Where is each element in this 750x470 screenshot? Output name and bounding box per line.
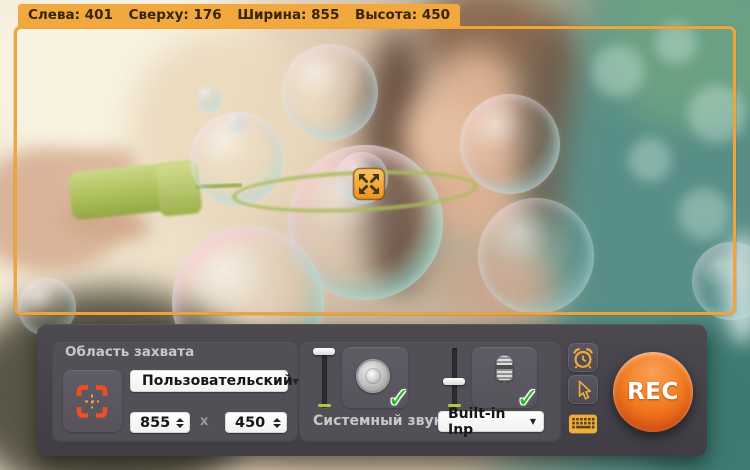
coord-top: Сверху: 176 xyxy=(129,7,222,23)
chevron-down-icon: ▼ xyxy=(293,377,299,386)
show-keystrokes-button[interactable] xyxy=(568,413,598,435)
mic-device-dropdown[interactable]: Built-in Inp ▼ xyxy=(438,411,544,432)
control-panel: Область захвата Пользовательский ▼ 855 xyxy=(37,324,707,456)
microphone-toggle-button[interactable]: ✓ xyxy=(472,347,537,408)
schedule-recording-button[interactable] xyxy=(568,343,598,372)
capture-height-stepper[interactable]: 450 xyxy=(225,412,287,433)
system-volume-tick xyxy=(318,404,331,407)
rec-label: REC xyxy=(627,379,679,405)
screen-capture-app: Слева: 401 Сверху: 176 Ширина: 855 Высот… xyxy=(0,0,750,470)
cursor-icon xyxy=(571,378,595,402)
show-cursor-button[interactable] xyxy=(568,375,598,404)
capture-coordinates-bar: Слева: 401 Сверху: 176 Ширина: 855 Высот… xyxy=(18,4,460,27)
mic-device-value: Built-in Inp xyxy=(448,406,530,438)
keyboard-icon xyxy=(568,413,598,435)
stepper-arrows-icon[interactable] xyxy=(176,418,184,428)
system-sound-label: Системный звук xyxy=(313,413,443,429)
capture-width-stepper[interactable]: 855 xyxy=(130,412,190,433)
capture-width-value: 855 xyxy=(140,415,170,431)
capture-preset-dropdown[interactable]: Пользовательский ▼ xyxy=(130,370,288,392)
system-volume-slider[interactable] xyxy=(322,348,327,408)
coord-height: Высота: 450 xyxy=(355,7,450,23)
select-capture-area-button[interactable] xyxy=(63,370,122,432)
capture-area-title: Область захвата xyxy=(65,344,194,360)
coord-left: Слева: 401 xyxy=(28,7,113,23)
capture-preset-value: Пользовательский xyxy=(142,373,293,389)
capture-area-icon xyxy=(76,384,108,418)
system-volume-handle[interactable] xyxy=(313,348,335,355)
chevron-down-icon: ▼ xyxy=(530,417,536,426)
coord-width: Ширина: 855 xyxy=(237,7,339,23)
move-frame-handle[interactable] xyxy=(352,167,386,201)
enabled-check-icon: ✓ xyxy=(387,385,410,412)
dimensions-separator: x xyxy=(200,414,208,429)
stepper-arrows-icon[interactable] xyxy=(273,418,281,428)
capture-height-value: 450 xyxy=(235,415,265,431)
system-sound-toggle-button[interactable]: ✓ xyxy=(342,347,408,408)
mic-volume-handle[interactable] xyxy=(443,378,465,385)
rec-button[interactable]: REC xyxy=(613,352,693,432)
alarm-clock-icon xyxy=(570,345,596,371)
move-icon xyxy=(352,167,386,201)
